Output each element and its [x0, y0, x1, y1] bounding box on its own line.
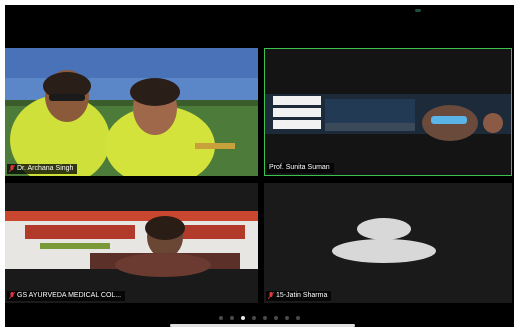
page-dot[interactable]	[263, 316, 267, 320]
page-dot[interactable]	[296, 316, 300, 320]
page-dot[interactable]	[230, 316, 234, 320]
home-indicator[interactable]	[170, 324, 355, 327]
mic-muted-icon	[9, 165, 15, 173]
participant-name-tag: GS AYURVEDA MEDICAL COL...	[7, 291, 126, 301]
page-dot[interactable]	[252, 316, 256, 320]
participant-tile-1[interactable]: Dr. Archana Singh	[5, 48, 258, 176]
participant-name: 15-Jatin Sharma	[276, 292, 328, 299]
participant-name: Dr. Archana Singh	[17, 165, 74, 172]
page-dot[interactable]	[285, 316, 289, 320]
participant-name: GS AYURVEDA MEDICAL COL...	[17, 292, 122, 299]
page-indicator[interactable]	[5, 316, 514, 320]
page-dot[interactable]	[274, 316, 278, 320]
mic-muted-icon	[9, 292, 15, 300]
participant-video-1	[5, 48, 258, 176]
page-dot-active[interactable]	[241, 316, 245, 320]
participant-name-tag: 15-Jatin Sharma	[266, 291, 332, 301]
video-call-screen: Dr. Archana Singh Prof. Sunita Suman GS …	[5, 5, 514, 327]
camera-indicator	[415, 9, 421, 12]
participant-tile-3[interactable]: GS AYURVEDA MEDICAL COL...	[5, 183, 258, 303]
participant-video-3	[5, 183, 258, 303]
page-dot[interactable]	[219, 316, 223, 320]
participant-name-tag: Prof. Sunita Suman	[267, 163, 334, 173]
avatar-placeholder-icon	[332, 218, 436, 263]
mic-muted-icon	[268, 292, 274, 300]
participant-name-tag: Dr. Archana Singh	[7, 164, 78, 174]
participant-tile-2[interactable]: Prof. Sunita Suman	[264, 48, 512, 176]
participant-name: Prof. Sunita Suman	[269, 164, 330, 171]
participant-tile-4[interactable]: 15-Jatin Sharma	[264, 183, 512, 303]
participant-video-2	[265, 49, 511, 175]
